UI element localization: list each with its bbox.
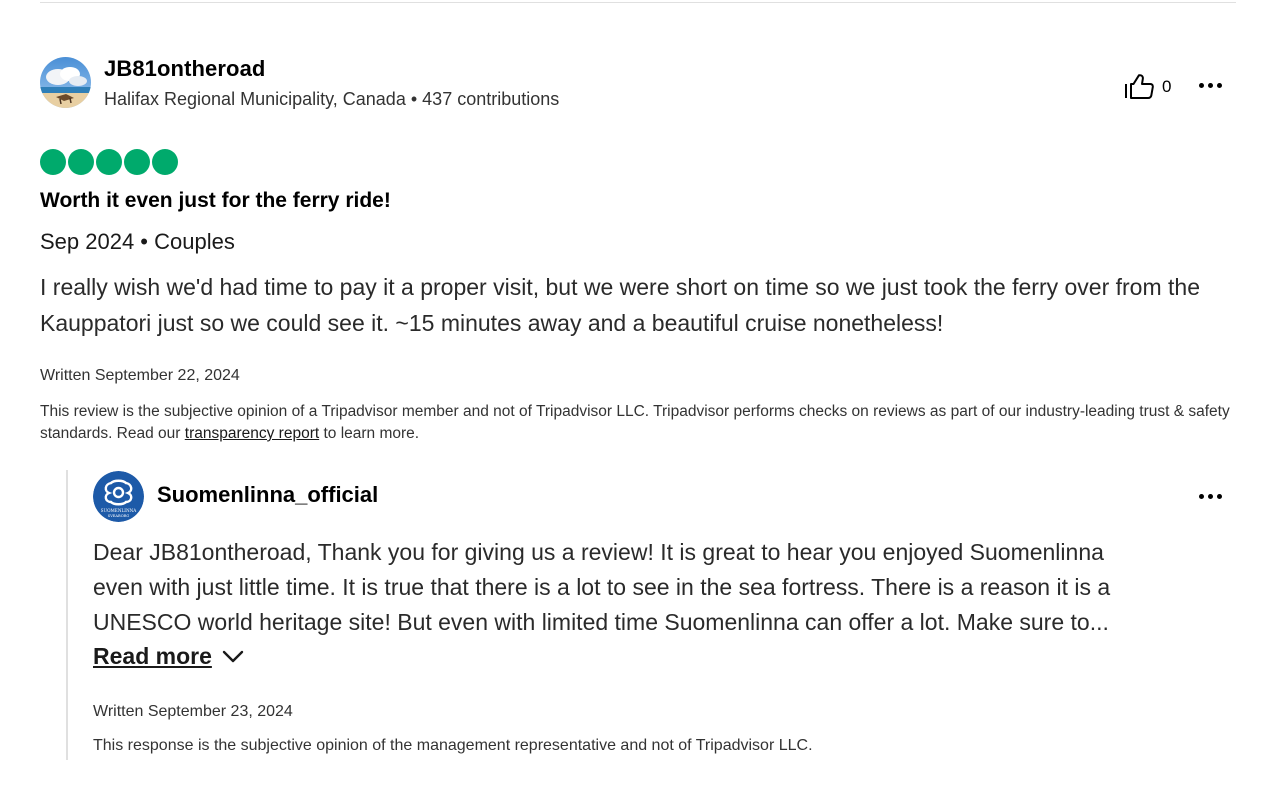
owner-avatar[interactable]: SUOMENLINNA SVEABORG: [93, 471, 144, 522]
read-more-label: Read more: [93, 643, 212, 669]
read-more-button[interactable]: Read more: [93, 643, 244, 670]
more-dot: [1207, 82, 1213, 88]
review-more-options-button[interactable]: [1195, 75, 1225, 95]
meta-separator: •: [410, 89, 418, 109]
rating-bubbles: [40, 149, 178, 175]
rating-bubble: [68, 149, 94, 175]
more-dot: [1216, 82, 1222, 88]
transparency-report-link[interactable]: transparency report: [185, 425, 319, 442]
response-written-date: Written September 23, 2024: [93, 703, 293, 720]
more-dot: [1216, 493, 1222, 499]
rating-bubble: [40, 149, 66, 175]
response-line: Dear JB81ontheroad, Thank you for giving…: [93, 539, 1104, 565]
more-dot: [1198, 82, 1204, 88]
trip-meta: Sep 2024 • Couples: [40, 229, 235, 254]
disclaimer-text-end: to learn more.: [319, 425, 420, 442]
logo-text-bottom: SVEABORG: [108, 514, 130, 518]
response-body: Dear JB81ontheroad, Thank you for giving…: [93, 535, 1233, 640]
helpful-count: 0: [1162, 77, 1172, 96]
helpful-vote-button[interactable]: 0: [1124, 74, 1171, 100]
owner-name[interactable]: Suomenlinna_official: [157, 482, 378, 508]
more-dot: [1198, 493, 1204, 499]
reviewer-contributions: 437 contributions: [422, 89, 560, 109]
more-dot: [1207, 493, 1213, 499]
suomenlinna-logo-icon: SUOMENLINNA SVEABORG: [93, 471, 144, 522]
response-disclaimer: This response is the subjective opinion …: [93, 737, 813, 754]
beach-avatar-icon: [40, 57, 91, 108]
review-disclaimer: This review is the subjective opinion of…: [40, 401, 1236, 445]
logo-text-top: SUOMENLINNA: [101, 508, 138, 513]
review-title[interactable]: Worth it even just for the ferry ride!: [40, 189, 391, 213]
rating-bubble: [96, 149, 122, 175]
rating-bubble: [124, 149, 150, 175]
reviewer-location: Halifax Regional Municipality, Canada: [104, 89, 406, 109]
top-divider: [40, 2, 1236, 3]
reviewer-name[interactable]: JB81ontheroad: [104, 56, 265, 82]
response-line: even with just little time. It is true t…: [93, 574, 1111, 600]
chevron-down-icon: [222, 650, 244, 662]
response-line: UNESCO world heritage site! But even wit…: [93, 609, 1109, 635]
review-body: I really wish we'd had time to pay it a …: [40, 274, 1200, 336]
response-indent-bar: [66, 470, 68, 760]
review-written-date: Written September 22, 2024: [40, 367, 240, 384]
reviewer-meta: Halifax Regional Municipality, Canada • …: [104, 89, 559, 110]
rating-bubble: [152, 149, 178, 175]
reviewer-avatar[interactable]: [40, 57, 91, 108]
response-more-options-button[interactable]: [1195, 486, 1225, 506]
thumbs-up-icon: [1125, 74, 1154, 99]
